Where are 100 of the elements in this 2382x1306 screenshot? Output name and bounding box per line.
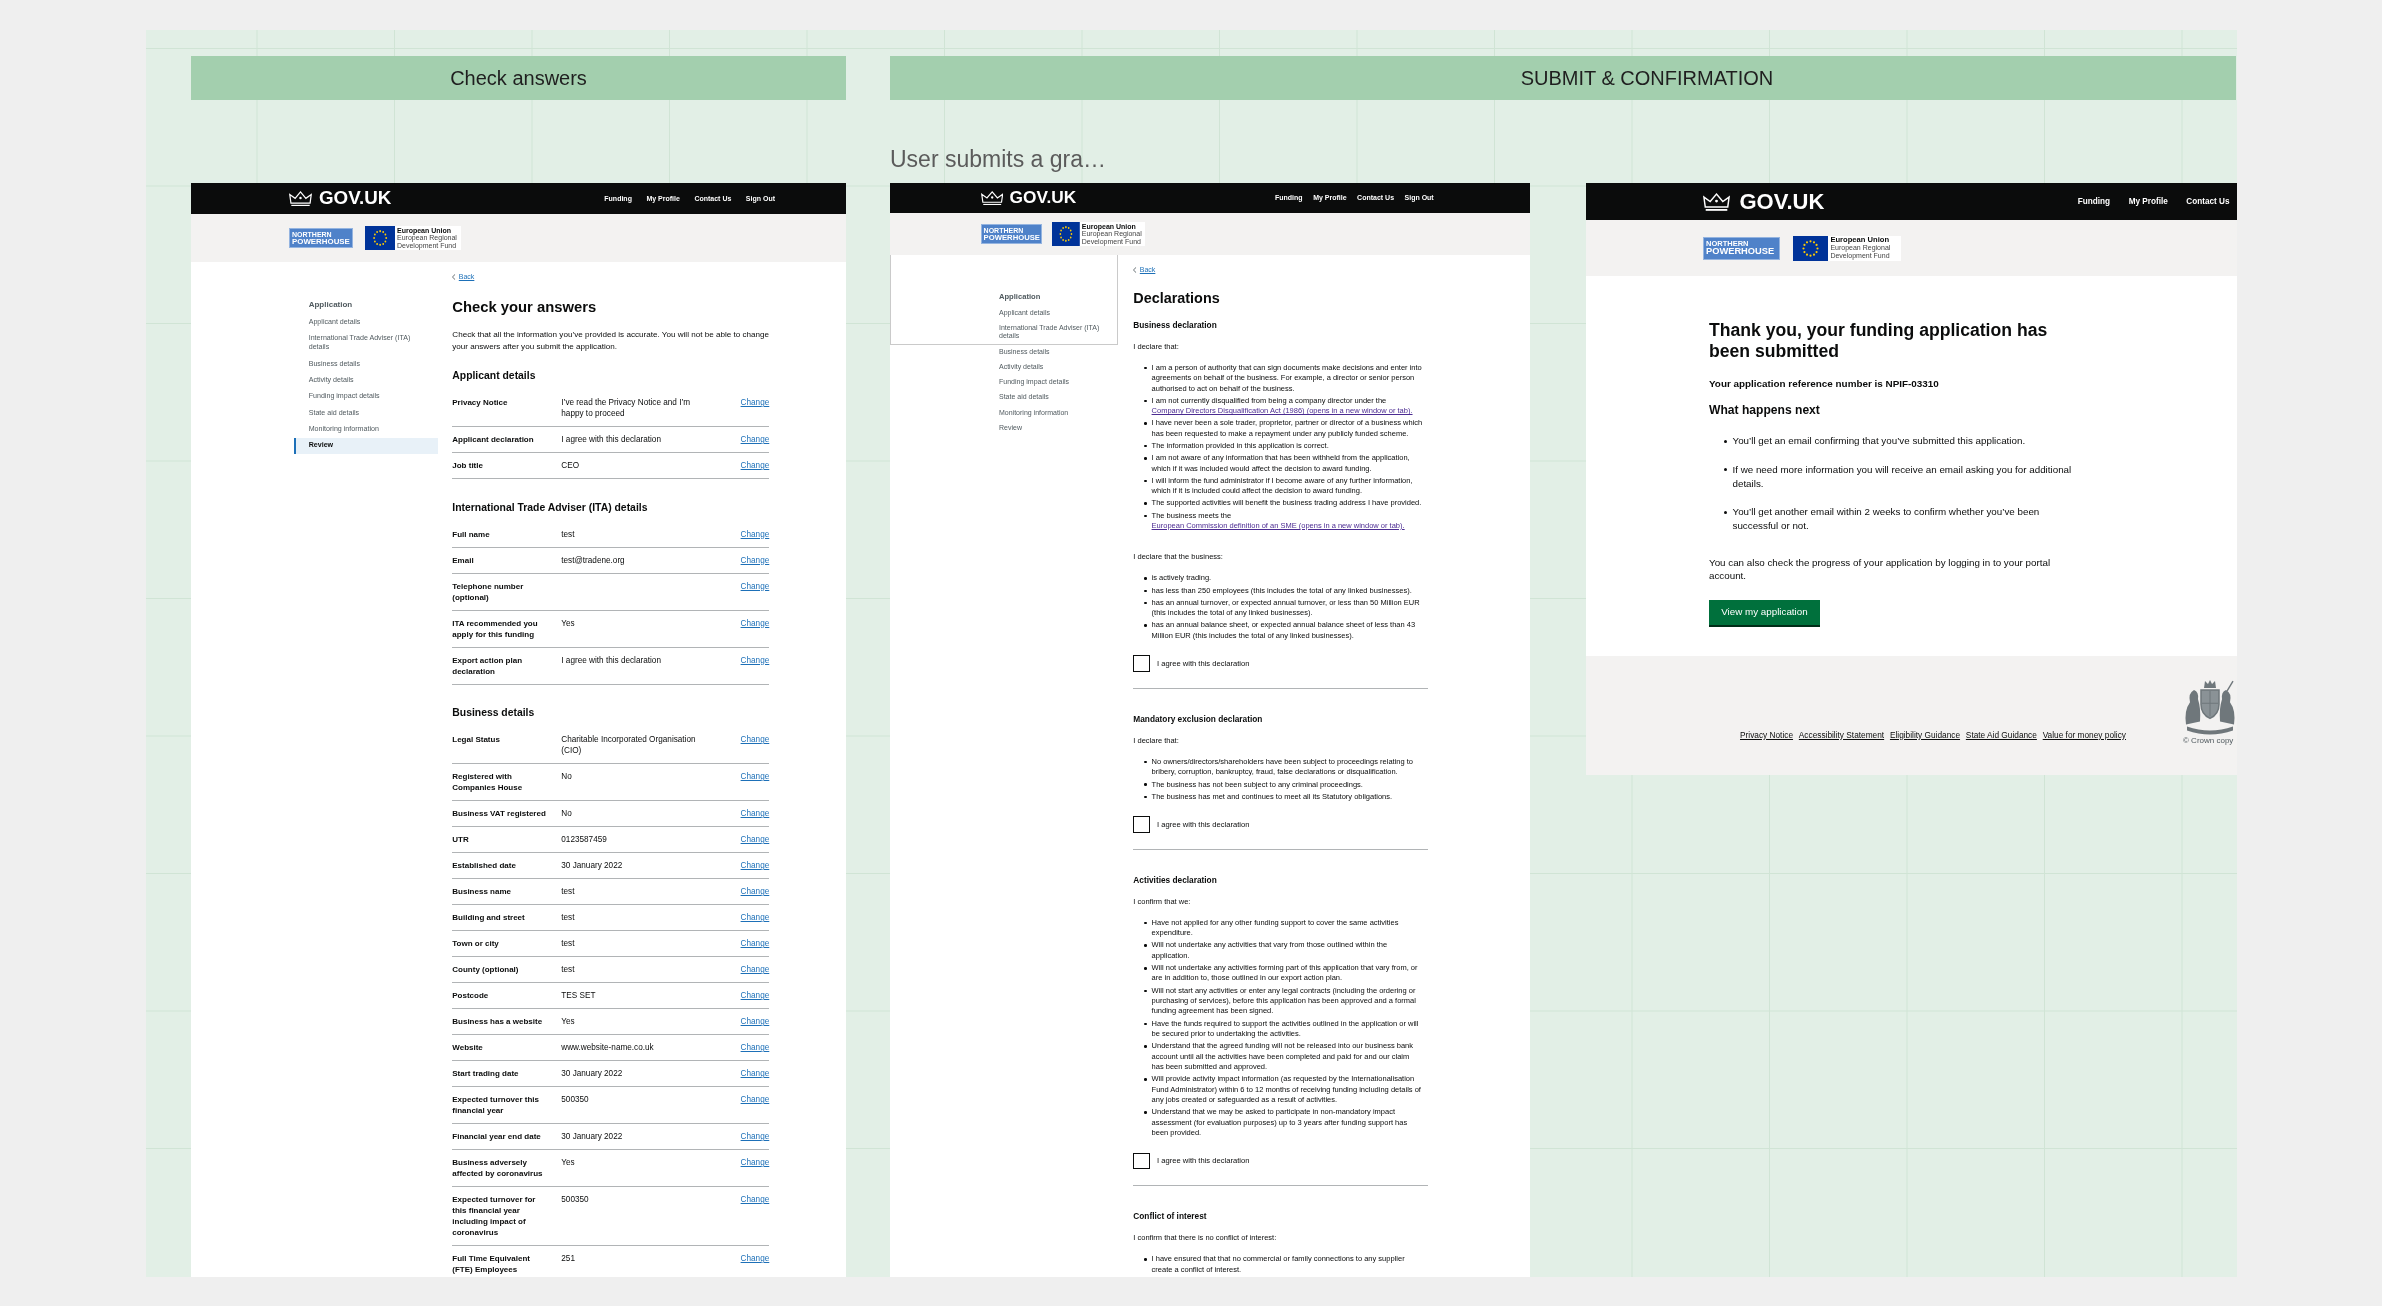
change-link[interactable]: Change xyxy=(740,1016,770,1028)
summary-key: Email xyxy=(452,554,551,566)
site-logo[interactable]: GOV.UK xyxy=(289,189,392,209)
change-link[interactable]: Change xyxy=(740,528,770,540)
summary-key: Start trading date xyxy=(452,1068,551,1080)
bullet-icon xyxy=(1724,510,1727,514)
summary-value: Yes xyxy=(561,617,576,630)
bullet-icon xyxy=(1144,366,1148,370)
crest-icon xyxy=(2183,678,2237,736)
chevron-left-icon xyxy=(1133,267,1137,274)
section-heading: Activities declaration xyxy=(1133,874,1218,886)
change-link[interactable]: Change xyxy=(740,938,770,950)
summary-key: Full Time Equivalent (FTE) Employees xyxy=(452,1253,551,1276)
bullet-icon xyxy=(1144,1022,1148,1026)
section-heading: Mandatory exclusion declaration xyxy=(1133,713,1264,725)
bullet-icon xyxy=(1144,601,1148,605)
change-link[interactable]: Change xyxy=(740,771,770,783)
bullet-text: You’ll get an email confirming that you’ve submitted this application. xyxy=(1732,434,2027,449)
bullet-text: You’ll get another email within 2 weeks to confirm whether you’ve been successful or not. xyxy=(1732,505,2041,534)
change-link[interactable]: Change xyxy=(740,554,770,566)
change-link[interactable]: Change xyxy=(740,1253,770,1265)
site-logo[interactable]: GOV.UK xyxy=(980,189,1077,207)
summary-value: TES SET xyxy=(561,990,597,1002)
change-link[interactable]: Change xyxy=(740,1131,770,1143)
summary-key: Expected turnover this financial year xyxy=(452,1094,551,1117)
summary-key: Financial year end date xyxy=(452,1131,551,1143)
summary-key: Privacy Notice xyxy=(452,397,551,420)
nav-link[interactable]: Funding xyxy=(2077,196,2111,207)
bullet-icon xyxy=(1144,783,1148,787)
summary-key: Job title xyxy=(452,460,551,472)
change-link[interactable]: Change xyxy=(740,397,770,409)
change-link[interactable]: Change xyxy=(740,834,770,846)
summary-key: Established date xyxy=(452,860,551,872)
change-link[interactable]: Change xyxy=(740,654,770,666)
footer-link[interactable]: Eligibility Guidance xyxy=(1889,729,1961,740)
sidebar-heading: Application xyxy=(307,299,354,310)
change-link[interactable]: Change xyxy=(740,886,770,898)
summary-key: Business adversely affected by coronavirus xyxy=(452,1157,551,1180)
footer-link[interactable]: Value for money policy xyxy=(2042,729,2126,740)
intro-text: Check that all the information you’ve provided is accurate. You will not be able to change your answers after you submit the application. xyxy=(452,329,770,352)
footer-link[interactable]: State Aid Guidance xyxy=(1965,729,2037,740)
eu-flag-icon xyxy=(1793,235,1829,261)
lane-header: SUBMIT & CONFIRMATION xyxy=(890,56,2236,101)
section-heading: Applicant details xyxy=(452,369,537,383)
chevron-left-icon xyxy=(452,273,456,280)
change-link[interactable]: Change xyxy=(740,990,770,1002)
bullet-icon xyxy=(1144,444,1148,448)
change-link[interactable]: Change xyxy=(740,860,770,872)
bullet-icon xyxy=(1144,624,1148,627)
footer-link[interactable]: Privacy Notice xyxy=(1740,729,1794,740)
section-heading: What happens next xyxy=(1709,403,1820,419)
site-logo[interactable]: GOV.UK xyxy=(1703,190,1825,213)
change-link[interactable]: Change xyxy=(740,1042,770,1054)
change-link[interactable]: Change xyxy=(740,1094,770,1106)
footer-link[interactable]: Accessibility Statement xyxy=(1798,729,1885,740)
summary-value: No xyxy=(561,808,573,820)
bullet-icon xyxy=(1144,1045,1148,1048)
bullet-icon xyxy=(1144,422,1148,425)
summary-value: 500350 xyxy=(561,1194,590,1207)
change-link[interactable]: Change xyxy=(740,808,770,820)
bullet-icon xyxy=(1144,760,1148,764)
checkbox[interactable] xyxy=(1133,1152,1150,1170)
change-link[interactable]: Change xyxy=(740,1194,770,1206)
bullet-icon xyxy=(1144,577,1148,580)
change-link[interactable]: Change xyxy=(740,460,770,472)
bullet-icon xyxy=(1144,795,1148,799)
crown-icon xyxy=(980,190,1003,206)
checkbox[interactable] xyxy=(1133,816,1150,833)
change-link[interactable]: Change xyxy=(740,434,770,446)
summary-value: Yes xyxy=(561,1157,576,1170)
checkbox[interactable] xyxy=(1133,655,1150,672)
bullet-icon xyxy=(1144,1078,1148,1081)
change-link[interactable]: Change xyxy=(740,912,770,924)
nav-link[interactable]: Contact Us xyxy=(2186,196,2230,207)
bullet-icon xyxy=(1724,468,1727,472)
change-link[interactable]: Change xyxy=(740,1157,770,1169)
view-application-button[interactable]: View my application xyxy=(1709,599,1820,628)
summary-value: I agree with this declaration xyxy=(561,434,662,446)
summary-value: 500350 xyxy=(561,1094,590,1107)
summary-key: Website xyxy=(452,1042,551,1054)
summary-value: Charitable Incorporated Organisation (CIO) xyxy=(561,734,697,757)
summary-key: Business VAT registered xyxy=(452,808,551,820)
change-link[interactable]: Change xyxy=(740,1068,770,1080)
change-link[interactable]: Change xyxy=(740,580,770,592)
bullet-icon xyxy=(1144,502,1148,505)
summary-key: Export action plan declaration xyxy=(452,654,551,677)
bullet-text: If we need more information you will receive an email asking you for additional details. xyxy=(1732,462,2073,491)
bullet-icon xyxy=(1144,1111,1148,1114)
change-link[interactable]: Change xyxy=(740,734,770,746)
summary-key: Registered with Companies House xyxy=(452,771,551,794)
change-link[interactable]: Change xyxy=(740,964,770,976)
summary-value: I agree with this declaration xyxy=(561,654,662,667)
summary-key: Town or city xyxy=(452,938,551,950)
nav-link[interactable]: My Profile xyxy=(2128,196,2168,207)
bullet-icon xyxy=(1144,989,1148,993)
summary-value: test xyxy=(561,528,576,540)
change-link[interactable]: Change xyxy=(740,617,770,629)
bullet-icon xyxy=(1144,589,1148,593)
eu-flag-icon xyxy=(1052,222,1080,247)
note-text: You can also check the progress of your application by logging in to your portal account. xyxy=(1709,556,2052,583)
